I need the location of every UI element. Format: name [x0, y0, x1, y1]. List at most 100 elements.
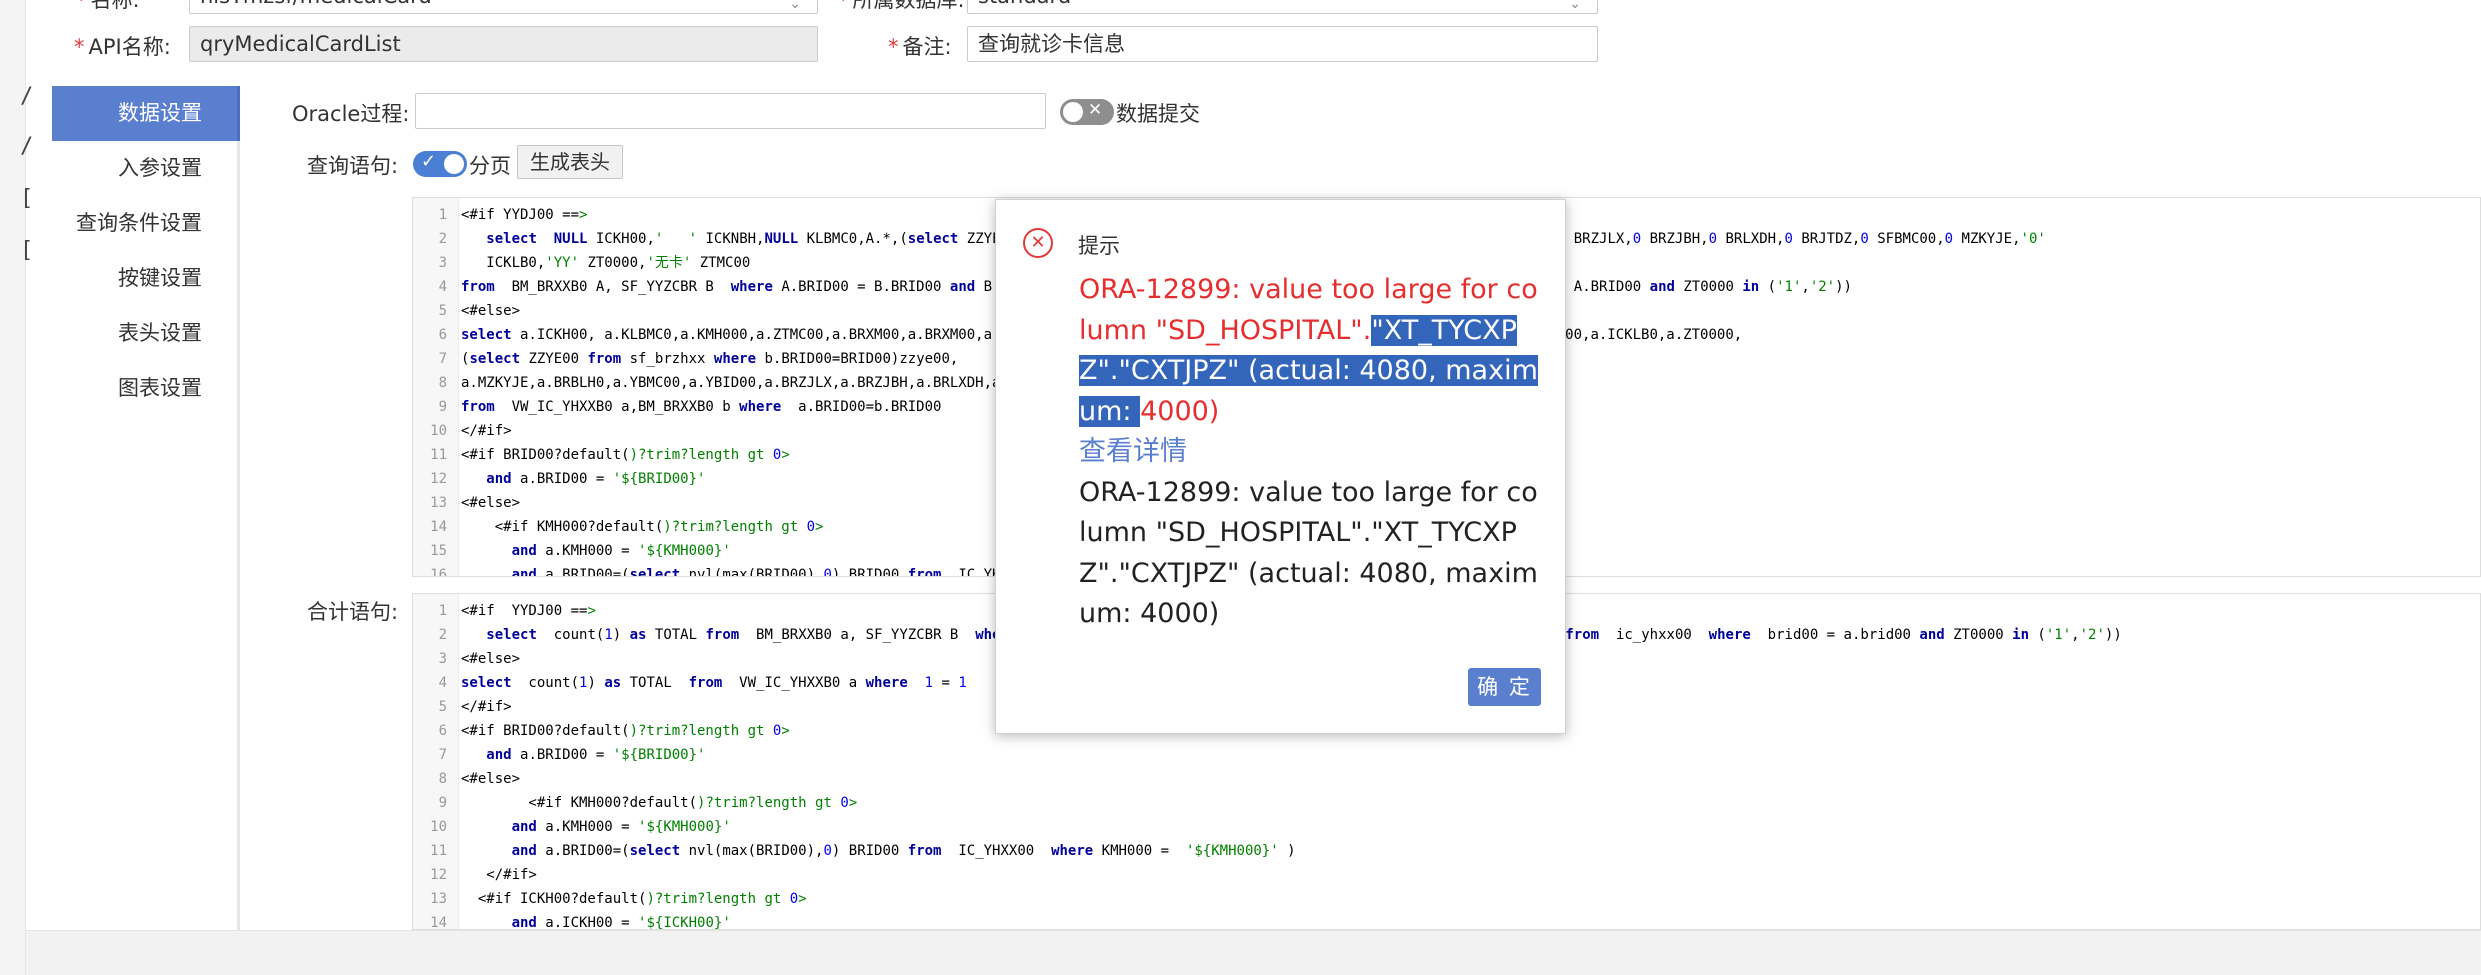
line-number: 14 — [430, 915, 447, 930]
paging-toggle[interactable]: ✓ — [413, 151, 467, 177]
left-edge-panel: / / [ [ — [0, 0, 33, 975]
line-number: 13 — [430, 891, 447, 907]
line-number: 15 — [430, 543, 447, 559]
remark-field[interactable]: 查询就诊卡信息 — [967, 26, 1598, 62]
edge-glyph-icon: [ — [20, 186, 34, 211]
line-number: 6 — [438, 327, 447, 343]
code-line: 7 and a.BRID00 = '${BRID00}' — [413, 743, 2480, 767]
code-text: <#else> — [461, 303, 521, 319]
edge-glyph-icon: / — [20, 134, 34, 159]
name-label: * 名称: — [76, 0, 140, 12]
code-text: </#if> — [461, 867, 537, 883]
toggle-knob — [444, 154, 464, 174]
code-text: <#if KMH000?default()?trim?length gt 0> — [461, 795, 858, 811]
error-message: ORA-12899: value too large for column "S… — [1079, 270, 1539, 432]
line-number: 6 — [438, 723, 447, 739]
api-name-field[interactable]: qryMedicalCardList — [189, 26, 818, 62]
line-number: 10 — [430, 423, 447, 439]
bottom-bar — [26, 930, 2481, 975]
query-statement-label: 查询语句: — [307, 154, 399, 178]
line-number: 5 — [438, 699, 447, 715]
code-text: <#else> — [461, 771, 521, 787]
code-text: and a.ICKH00 = '${ICKH00}' — [511, 915, 731, 930]
line-number: 10 — [430, 819, 447, 835]
name-field[interactable]: hisYmzsf/medicalCard⌄ — [189, 0, 818, 14]
code-line: 8 <#else> — [413, 767, 2480, 791]
remark-label: * 备注: — [888, 35, 952, 59]
code-text: and a.KMH000 = '${KMH000}' — [511, 819, 731, 835]
code-text: (select ZZYE00 from sf_brzhxx where b.BR… — [461, 351, 959, 367]
code-text: <#else> — [461, 651, 521, 667]
line-number: 9 — [438, 795, 447, 811]
code-text: and a.KMH000 = '${KMH000}' — [511, 543, 731, 559]
line-number: 4 — [438, 675, 447, 691]
code-line: 9 <#if KMH000?default()?trim?length gt 0… — [413, 791, 2480, 815]
line-number: 5 — [438, 303, 447, 319]
database-select[interactable]: standard⌄ — [967, 0, 1598, 14]
code-text: <#if KMH000?default()?trim?length gt 0> — [461, 519, 824, 535]
nav-item-input-params[interactable]: 入参设置 — [52, 141, 237, 196]
code-text: <#if ICKH00?default()?trim?length gt 0> — [461, 891, 807, 907]
code-text: <#if BRID00?default()?trim?length gt 0> — [461, 723, 790, 739]
error-circle-icon: ✕ — [1023, 228, 1053, 258]
code-text: from VW_IC_YHXXB0 a,BM_BRXXB0 b where a.… — [461, 399, 942, 415]
line-number: 11 — [430, 447, 447, 463]
code-text: </#if> — [461, 423, 512, 439]
line-number: 1 — [438, 207, 447, 223]
line-number: 2 — [438, 231, 447, 247]
chevron-down-icon: ⌄ — [789, 0, 801, 12]
line-number: 12 — [430, 867, 447, 883]
line-number: 13 — [430, 495, 447, 511]
line-number: 2 — [438, 627, 447, 643]
code-line: 11 and a.BRID00=(select nvl(max(BRID00),… — [413, 839, 2480, 863]
oracle-procedure-label: Oracle过程: — [292, 102, 410, 126]
chevron-down-icon: ⌄ — [1569, 0, 1581, 12]
edge-glyph-icon: / — [20, 84, 34, 109]
code-text: <#if BRID00?default()?trim?length gt 0> — [461, 447, 790, 463]
toggle-knob — [1063, 102, 1083, 122]
line-number: 14 — [430, 519, 447, 535]
nav-divider — [237, 86, 240, 930]
paging-label: 分页 — [469, 154, 511, 178]
nav-item-buttons[interactable]: 按键设置 — [52, 251, 237, 306]
line-number: 4 — [438, 279, 447, 295]
line-number: 7 — [438, 747, 447, 763]
nav-item-data-settings[interactable]: 数据设置 — [52, 86, 237, 141]
nav-item-table-header[interactable]: 表头设置 — [52, 306, 237, 361]
nav-item-charts[interactable]: 图表设置 — [52, 361, 237, 416]
code-text: <#if YYDJ00 ==> — [461, 207, 588, 223]
line-number: 3 — [438, 651, 447, 667]
nav-item-query-conditions[interactable]: 查询条件设置 — [52, 196, 237, 251]
view-details-link[interactable]: 查看详情 — [1079, 432, 1539, 473]
ok-button[interactable]: 确 定 — [1468, 668, 1541, 706]
settings-nav: 数据设置 入参设置 查询条件设置 按键设置 表头设置 图表设置 — [52, 86, 237, 416]
total-statement-label: 合计语句: — [307, 600, 399, 624]
dialog-message: ORA-12899: value too large for column "S… — [1079, 270, 1539, 635]
line-number: 3 — [438, 255, 447, 271]
nav-active-indicator — [237, 86, 240, 141]
x-icon: ✕ — [1088, 100, 1103, 120]
line-number: 8 — [438, 771, 447, 787]
edge-glyph-icon: [ — [20, 238, 34, 263]
error-text-end: 4000) — [1140, 395, 1220, 427]
code-text: <#if YYDJ00 ==> — [461, 603, 596, 619]
generate-header-button[interactable]: 生成表头 — [517, 145, 623, 179]
oracle-procedure-input[interactable] — [415, 93, 1046, 129]
code-line: 12 </#if> — [413, 863, 2480, 887]
line-number: 7 — [438, 351, 447, 367]
error-detail-text: ORA-12899: value too large for column "S… — [1079, 476, 1538, 630]
code-text: </#if> — [461, 699, 512, 715]
line-number: 9 — [438, 399, 447, 415]
data-commit-toggle[interactable]: ✕ — [1060, 99, 1114, 125]
dialog-title: 提示 — [1078, 234, 1120, 258]
code-line: 14 and a.ICKH00 = '${ICKH00}' — [413, 911, 2480, 930]
code-text: and a.BRID00 = '${BRID00}' — [486, 747, 706, 763]
check-icon: ✓ — [421, 151, 437, 172]
line-number: 1 — [438, 603, 447, 619]
database-label: * 所属数据库: — [838, 0, 965, 12]
line-number: 16 — [430, 567, 447, 577]
code-text: ICKLB0,'YY' ZT0000,'无卡' ZTMC00 — [461, 255, 751, 271]
code-text: and a.BRID00 = '${BRID00}' — [486, 471, 706, 487]
code-line: 10 and a.KMH000 = '${KMH000}' — [413, 815, 2480, 839]
line-number: 12 — [430, 471, 447, 487]
